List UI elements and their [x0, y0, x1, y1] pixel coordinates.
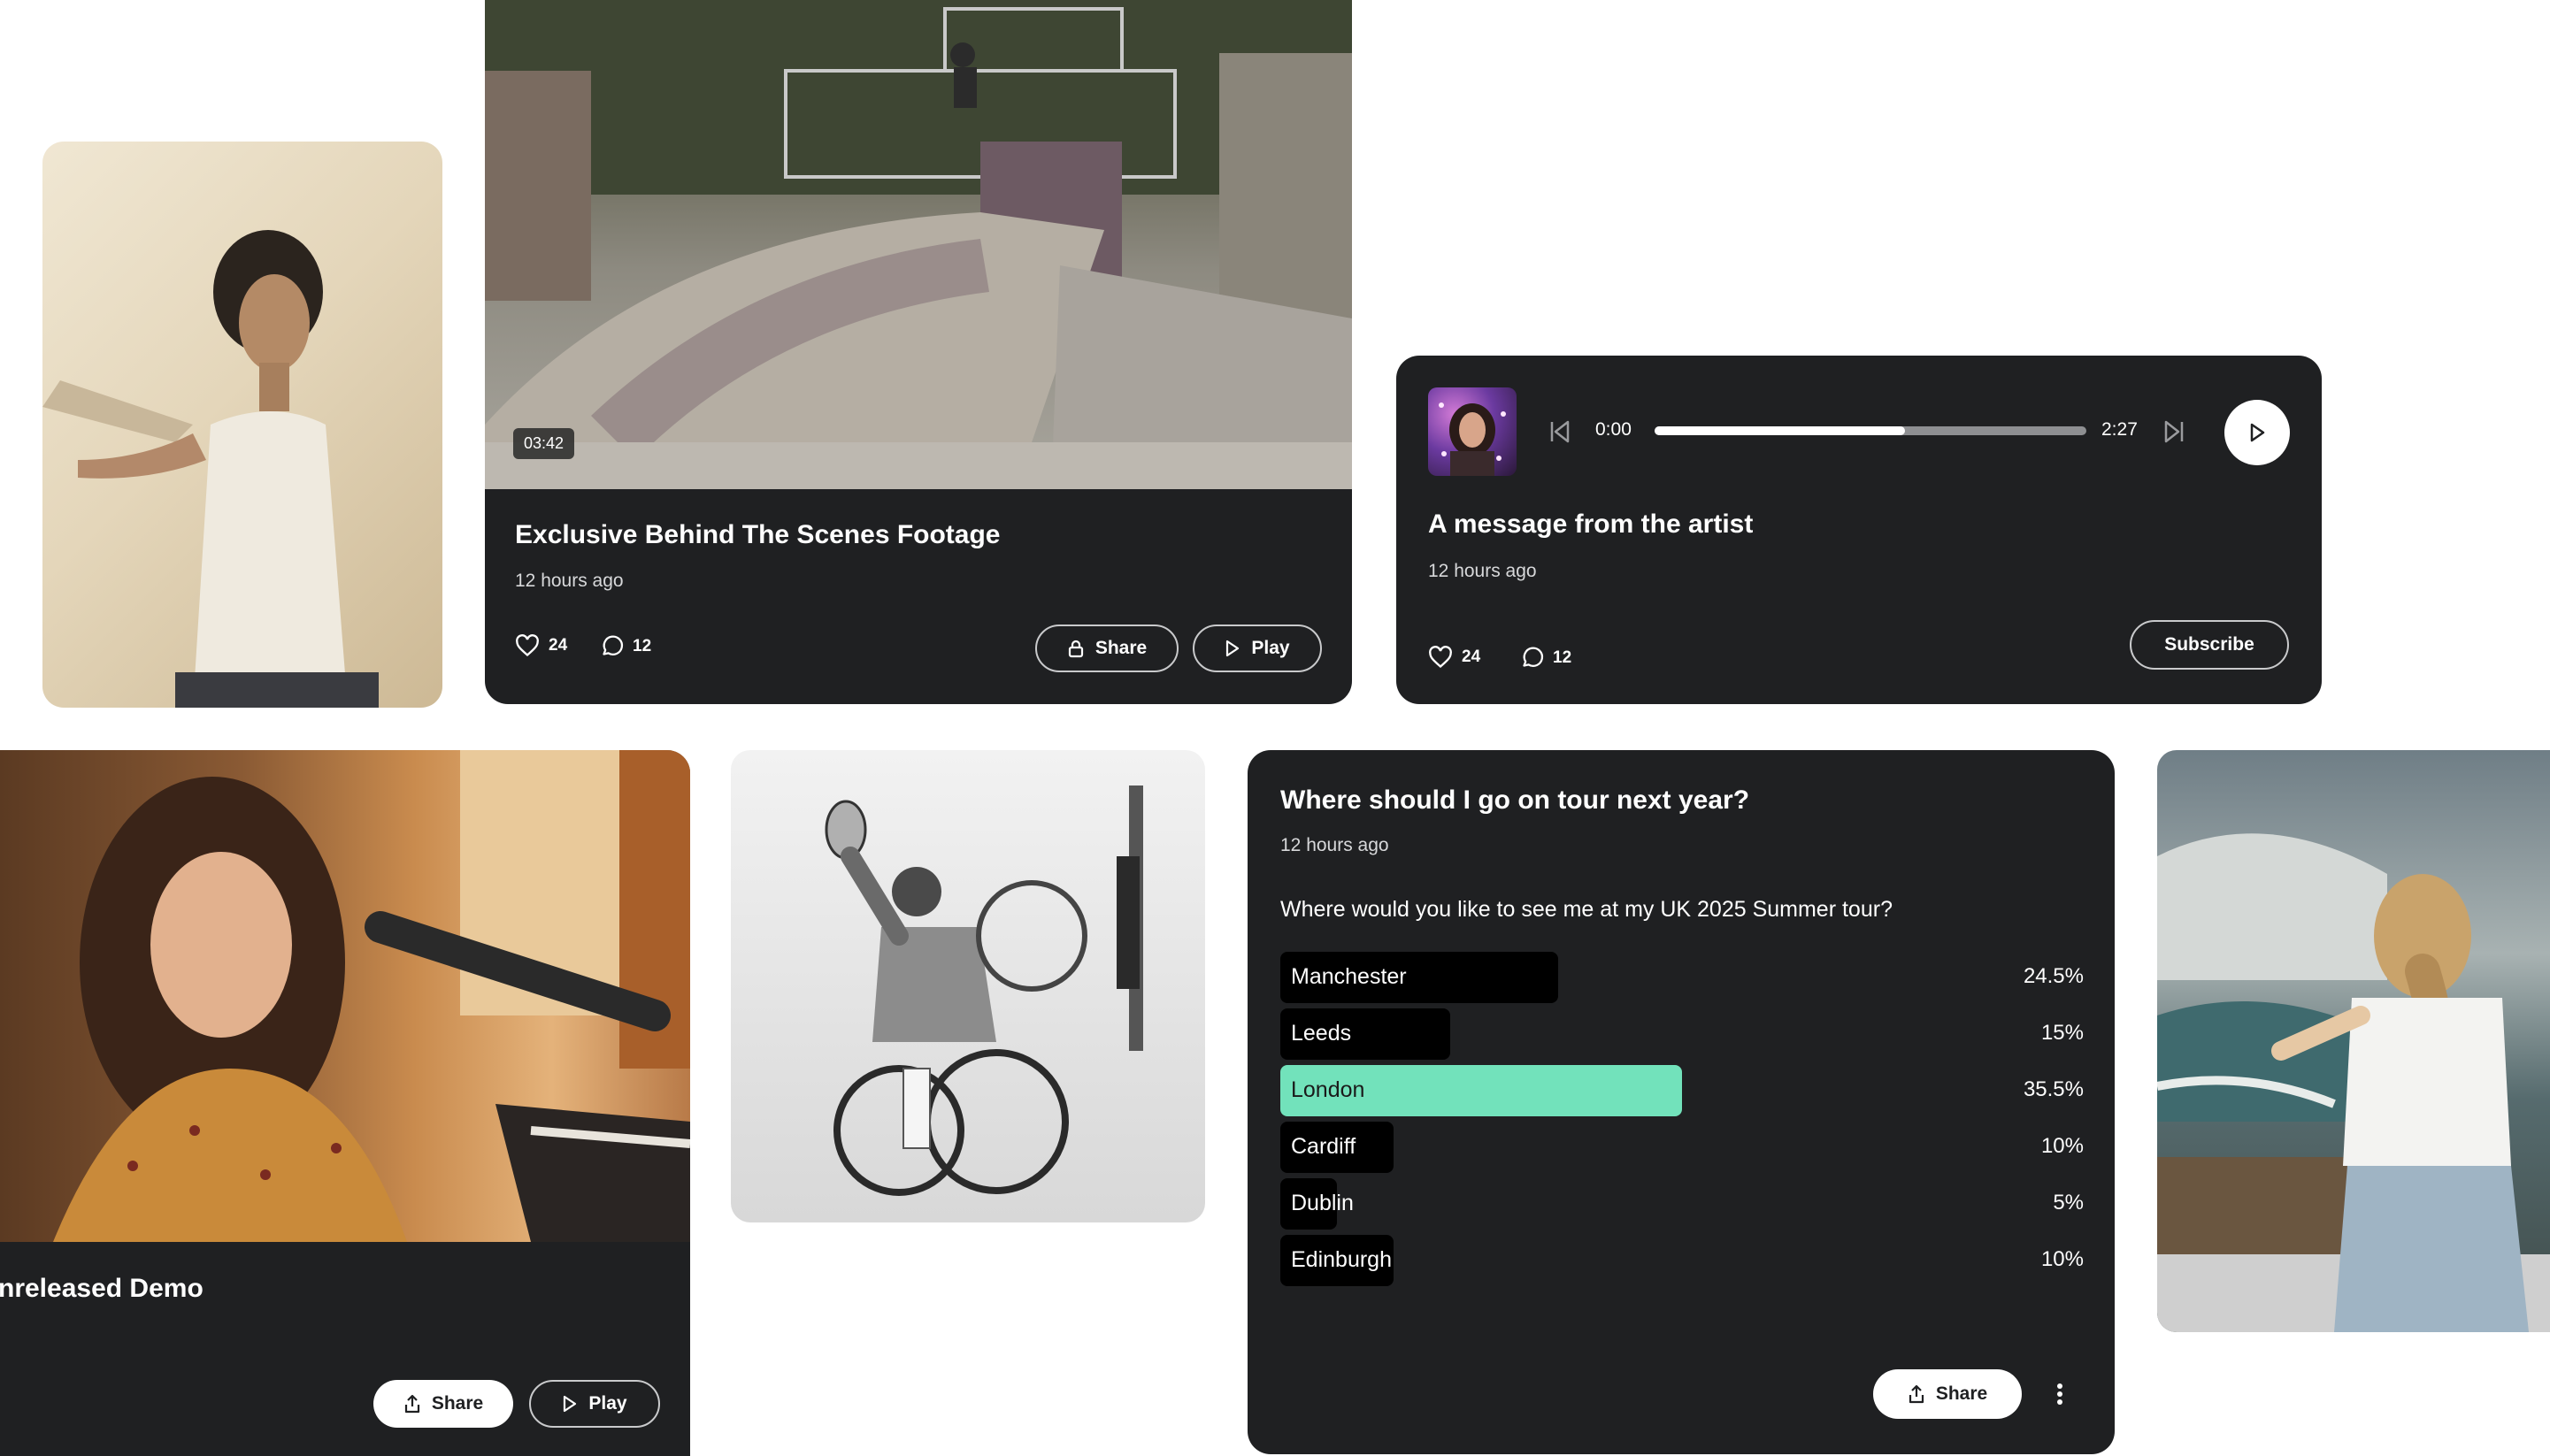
dancer-figure [42, 230, 379, 708]
lock-icon [1068, 640, 1083, 658]
video-share-button[interactable]: Share [1035, 625, 1179, 672]
audio-progress-track[interactable] [1655, 426, 2086, 435]
comment-icon [603, 635, 624, 655]
heart-icon [1429, 646, 1452, 669]
poll-option-label: Dublin [1291, 1191, 1354, 1215]
painter-photo [2157, 750, 2550, 1332]
poll-time-ago: 12 hours ago [1280, 835, 1389, 855]
poll-title[interactable]: Where should I go on tour next year? [1280, 785, 1749, 816]
poll-post-card: Where should I go on tour next year? 12 … [1248, 750, 2115, 1454]
video-post-card: 03:42 Exclusive Behind The Scenes Footag… [485, 0, 1352, 704]
poll-option-percent: 24.5% [2023, 964, 2084, 988]
poll-share-label: Share [1935, 1383, 1988, 1404]
share-icon [1909, 1384, 1924, 1404]
play-icon [1226, 640, 1240, 657]
audio-play-button[interactable] [2224, 400, 2290, 465]
poll-option-cardiff[interactable]: Cardiff 10% [1280, 1122, 2084, 1173]
demo-post-card: nreleased Demo Share Play [0, 750, 690, 1456]
video-play-label: Play [1251, 638, 1290, 658]
poll-option-percent: 15% [2040, 1021, 2084, 1045]
poll-option-label: Edinburgh [1291, 1247, 1392, 1272]
wheelchair-rugby-photo [731, 750, 1205, 1222]
video-play-button[interactable]: Play [1193, 625, 1322, 672]
audio-likes[interactable]: 24 [1428, 646, 1480, 669]
dancer-photo [42, 142, 442, 708]
singer-scene [53, 750, 690, 1242]
poll-option-percent: 10% [2040, 1247, 2084, 1271]
poll-question: Where would you like to see me at my UK … [1280, 897, 1893, 922]
poll-option-label: Cardiff [1291, 1134, 1356, 1159]
play-icon [564, 1395, 577, 1413]
audio-likes-count: 24 [1462, 648, 1481, 666]
poll-option-percent: 35.5% [2023, 1077, 2084, 1101]
demo-title[interactable]: nreleased Demo [0, 1274, 204, 1304]
video-share-label: Share [1095, 638, 1148, 658]
audio-post-card: 0:00 2:27 A message from the artist 12 h… [1396, 356, 2322, 704]
demo-play-button[interactable]: Play [529, 1380, 660, 1428]
rugby-scene [825, 785, 1143, 1196]
video-likes[interactable]: 24 [515, 634, 567, 657]
poll-option-label: Manchester [1291, 964, 1407, 989]
video-time-ago: 12 hours ago [515, 571, 624, 591]
demo-share-label: Share [431, 1393, 484, 1414]
poll-option-percent: 10% [2040, 1134, 2084, 1158]
poll-option-leeds[interactable]: Leeds 15% [1280, 1008, 2084, 1060]
demo-play-label: Play [588, 1393, 627, 1414]
demo-share-button[interactable]: Share [373, 1380, 513, 1428]
poll-option-label: Leeds [1291, 1021, 1352, 1046]
skatepark-scene [485, 0, 1352, 489]
video-thumbnail[interactable]: 03:42 [485, 0, 1352, 489]
skip-forward-icon[interactable] [2162, 419, 2185, 444]
painter-scene [2157, 833, 2550, 1332]
share-icon [404, 1394, 419, 1414]
poll-option-label: London [1291, 1077, 1365, 1102]
video-title[interactable]: Exclusive Behind The Scenes Footage [515, 520, 1001, 550]
subscribe-label: Subscribe [2164, 634, 2254, 655]
poll-share-button[interactable]: Share [1873, 1369, 2022, 1419]
more-options-icon[interactable] [2055, 1383, 2064, 1406]
video-duration-badge: 03:42 [513, 428, 575, 459]
poll-option-manchester[interactable]: Manchester 24.5% [1280, 952, 2084, 1003]
singer-photo[interactable] [0, 750, 690, 1242]
audio-total-time: 2:27 [2101, 419, 2138, 440]
poll-option-dublin[interactable]: Dublin 5% [1280, 1178, 2084, 1230]
poll-option-london[interactable]: London 35.5% [1280, 1065, 2084, 1116]
audio-current-time: 0:00 [1595, 419, 1632, 440]
video-comments[interactable]: 12 [600, 634, 651, 658]
audio-time-ago: 12 hours ago [1428, 561, 1537, 581]
play-icon [2250, 423, 2265, 442]
heart-icon [516, 634, 539, 657]
poll-option-percent: 5% [2053, 1191, 2084, 1215]
poll-option-edinburgh[interactable]: Edinburgh 10% [1280, 1235, 2084, 1286]
audio-progress-fill [1655, 426, 1906, 435]
skip-back-icon[interactable] [1548, 419, 1571, 444]
video-likes-count: 24 [549, 636, 568, 655]
subscribe-button[interactable]: Subscribe [2130, 620, 2289, 670]
audio-comments[interactable]: 12 [1520, 646, 1571, 670]
video-comments-count: 12 [633, 636, 652, 655]
audio-comments-count: 12 [1553, 648, 1572, 667]
artist-portrait [1439, 402, 1506, 476]
audio-title[interactable]: A message from the artist [1428, 510, 1753, 540]
comment-icon [1523, 647, 1544, 667]
artist-avatar [1428, 387, 1517, 476]
